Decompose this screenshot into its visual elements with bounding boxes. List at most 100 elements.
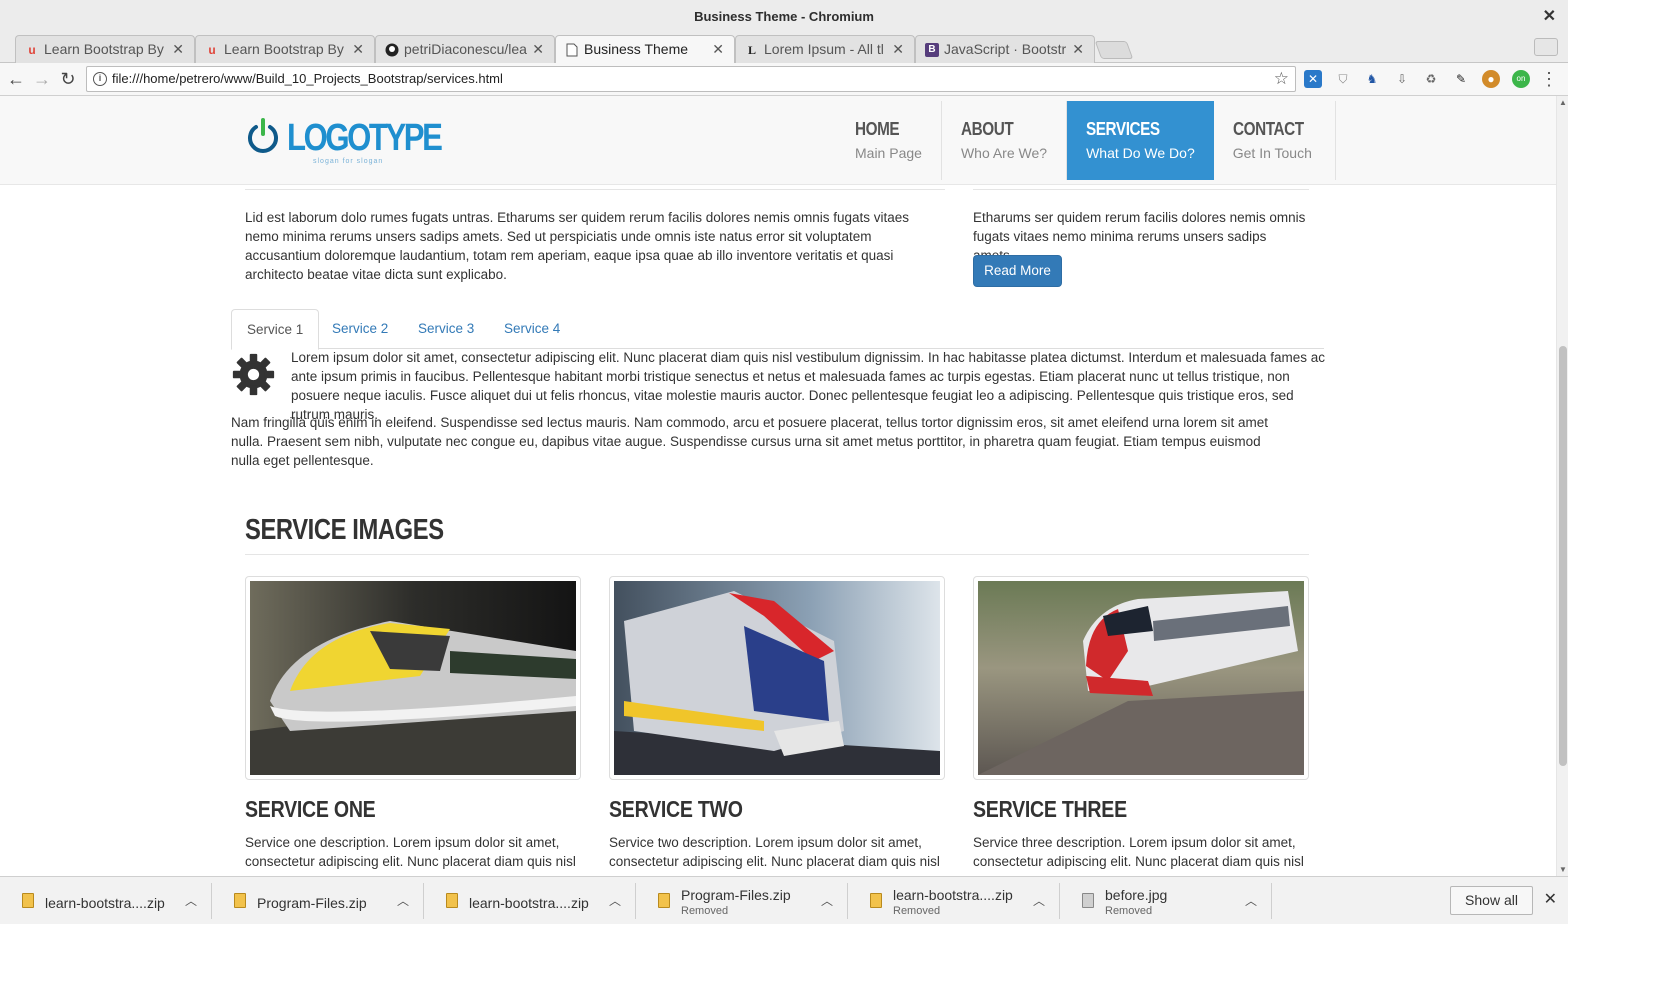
nav-home[interactable]: HOME Main Page xyxy=(836,101,942,180)
window-close-icon[interactable]: ✕ xyxy=(1543,0,1556,33)
divider xyxy=(245,189,945,190)
browser-tab-1[interactable]: u Learn Bootstrap By ✕ xyxy=(15,35,195,63)
train-image xyxy=(978,581,1304,775)
page-scrollbar[interactable]: ▲ ▼ xyxy=(1556,96,1568,876)
download-name: Program-Files.zip xyxy=(257,895,367,911)
nav-title: ABOUT xyxy=(960,119,1014,139)
tab-service-2[interactable]: Service 2 xyxy=(317,309,403,349)
chevron-up-icon[interactable]: ︿ xyxy=(609,892,621,909)
profile-icon[interactable] xyxy=(1534,38,1558,56)
browser-tab-6[interactable]: B JavaScript · Bootstr ✕ xyxy=(915,35,1095,63)
zip-file-icon xyxy=(234,893,246,908)
browser-tab-5[interactable]: L Lorem Ipsum - All tl ✕ xyxy=(735,35,915,63)
scroll-up-icon[interactable]: ▲ xyxy=(1559,98,1567,107)
browser-tab-4[interactable]: Business Theme ✕ xyxy=(555,35,735,64)
tab-close-icon[interactable]: ✕ xyxy=(1072,36,1084,63)
extension-knight-icon[interactable]: ♞ xyxy=(1363,70,1381,88)
download-name: learn-bootstra....zip xyxy=(45,895,165,911)
back-icon[interactable]: ← xyxy=(4,67,28,91)
forward-icon[interactable]: → xyxy=(30,67,54,91)
tab-close-icon[interactable]: ✕ xyxy=(892,36,904,63)
download-status: Removed xyxy=(893,905,941,917)
chevron-up-icon[interactable]: ︿ xyxy=(185,892,197,909)
browser-tab-3[interactable]: petriDiaconescu/lea ✕ xyxy=(375,35,555,63)
logo-tagline: slogan for slogan xyxy=(313,158,384,165)
nav-about[interactable]: ABOUT Who Are We? xyxy=(942,101,1068,180)
nav-contact[interactable]: CONTACT Get In Touch xyxy=(1214,101,1336,180)
browser-tab-2[interactable]: u Learn Bootstrap By ✕ xyxy=(195,35,375,63)
download-item[interactable]: learn-bootstra....zip ︿ xyxy=(0,883,212,919)
scrollbar-thumb[interactable] xyxy=(1559,346,1567,766)
power-logo-icon xyxy=(248,118,278,153)
download-item[interactable]: learn-bootstra....zip Removed ︿ xyxy=(848,883,1060,919)
download-name: before.jpg xyxy=(1105,887,1168,903)
extension-fox-icon[interactable]: ● xyxy=(1482,70,1500,88)
service-one-image[interactable] xyxy=(245,576,581,780)
zip-file-icon xyxy=(446,893,458,908)
extension-x-icon[interactable]: ✕ xyxy=(1304,70,1322,88)
tab-label: Learn Bootstrap By xyxy=(224,41,344,57)
github-favicon-icon xyxy=(385,43,399,57)
shield-icon[interactable]: ⛉ xyxy=(1334,70,1352,88)
show-all-button[interactable]: Show all xyxy=(1450,886,1533,915)
download-item[interactable]: Program-Files.zip ︿ xyxy=(212,883,424,919)
address-bar[interactable]: i file:///home/petrero/www/Build_10_Proj… xyxy=(86,66,1296,92)
bootstrap-favicon-icon: B xyxy=(925,43,939,57)
scroll-down-icon[interactable]: ▼ xyxy=(1559,865,1567,874)
download-item[interactable]: before.jpg Removed ︿ xyxy=(1060,883,1272,919)
recycle-icon[interactable]: ♻ xyxy=(1422,70,1440,88)
read-more-button[interactable]: Read More xyxy=(973,255,1062,287)
chevron-up-icon[interactable]: ︿ xyxy=(1033,892,1045,909)
url-text[interactable]: file:///home/petrero/www/Build_10_Projec… xyxy=(112,67,503,91)
window-title: Business Theme - Chromium xyxy=(694,9,874,24)
service-two-image[interactable] xyxy=(609,576,945,780)
tab-close-icon[interactable]: ✕ xyxy=(352,36,364,63)
extension-green-icon[interactable]: on xyxy=(1512,70,1530,88)
nav-subtitle: Get In Touch xyxy=(1232,145,1312,161)
tab-label: petriDiaconescu/lea xyxy=(404,41,527,57)
tab-content-paragraph-2: Nam fringilla quis enim in eleifend. Sus… xyxy=(231,415,1268,468)
download-extension-icon[interactable]: ⇩ xyxy=(1393,70,1411,88)
tab-close-icon[interactable]: ✕ xyxy=(712,36,724,63)
chevron-up-icon[interactable]: ︿ xyxy=(397,892,409,909)
tab-service-3[interactable]: Service 3 xyxy=(403,309,489,349)
download-item[interactable]: Program-Files.zip Removed ︿ xyxy=(636,883,848,919)
divider xyxy=(245,554,1309,555)
tab-service-4[interactable]: Service 4 xyxy=(489,309,575,349)
new-tab-button[interactable] xyxy=(1094,41,1134,59)
site-nav-menu: HOME Main Page ABOUT Who Are We? SERVICE… xyxy=(836,101,1336,180)
nav-subtitle: Main Page xyxy=(855,145,922,161)
extension-bird-icon[interactable]: ✎ xyxy=(1452,70,1470,88)
tab-close-icon[interactable]: ✕ xyxy=(172,36,184,63)
intro-paragraph: Lid est laborum dolo rumes fugats untras… xyxy=(245,210,910,282)
nav-title: HOME xyxy=(855,119,900,139)
tab-label: Learn Bootstrap By xyxy=(44,41,164,57)
site-logo[interactable]: LOGOTYPE slogan for slogan xyxy=(245,114,455,165)
nav-services[interactable]: SERVICES What Do We Do? xyxy=(1067,101,1214,180)
close-downloads-icon[interactable]: ✕ xyxy=(1544,889,1557,909)
tab-close-icon[interactable]: ✕ xyxy=(532,36,544,63)
nav-subtitle: Who Are We? xyxy=(960,145,1048,161)
info-icon[interactable]: i xyxy=(93,72,107,86)
download-item[interactable]: learn-bootstra....zip ︿ xyxy=(424,883,636,919)
zip-file-icon xyxy=(22,893,34,908)
page-viewport: LOGOTYPE slogan for slogan HOME Main Pag… xyxy=(0,96,1556,876)
chevron-up-icon[interactable]: ︿ xyxy=(821,892,833,909)
reload-icon[interactable]: ↻ xyxy=(56,67,80,91)
train-image xyxy=(250,581,576,775)
download-name: learn-bootstra....zip xyxy=(893,887,1013,903)
service-three-title: SERVICE THREE xyxy=(973,796,1127,822)
section-title: SERVICE IMAGES xyxy=(245,514,444,546)
tab-label: Lorem Ipsum - All tl xyxy=(764,41,884,57)
logo-text: LOGOTYPE xyxy=(287,117,443,159)
chevron-up-icon[interactable]: ︿ xyxy=(1245,892,1257,909)
window-titlebar: Business Theme - Chromium ✕ xyxy=(0,0,1568,33)
image-file-icon xyxy=(1082,893,1094,908)
bookmark-star-icon[interactable]: ☆ xyxy=(1274,68,1289,90)
tab-service-1[interactable]: Service 1 xyxy=(231,309,320,350)
page-favicon-icon xyxy=(565,43,579,57)
zip-file-icon xyxy=(870,893,882,908)
service-three-image[interactable] xyxy=(973,576,1309,780)
browser-menu-icon[interactable]: ⋮ xyxy=(1540,68,1558,90)
udemy-favicon-icon: u xyxy=(208,43,216,57)
